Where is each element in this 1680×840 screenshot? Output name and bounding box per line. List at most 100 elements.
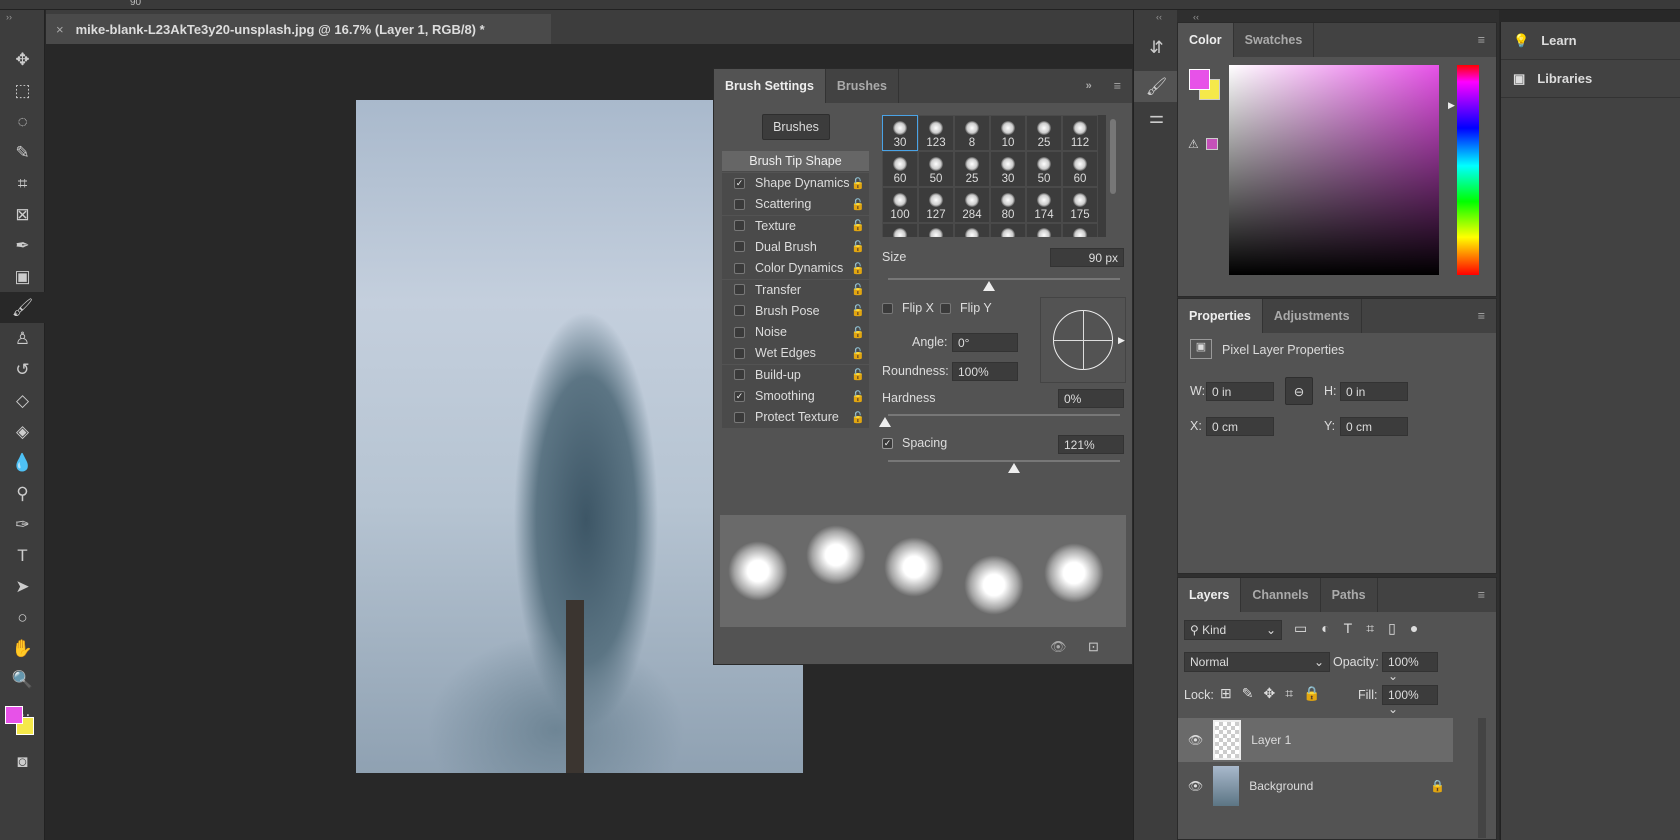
hue-slider[interactable] (1457, 65, 1479, 275)
size-input[interactable]: 90 px (1050, 248, 1124, 267)
new-brush-icon[interactable]: ⊡ (1088, 639, 1099, 655)
foreground-color-swatch[interactable] (1189, 69, 1210, 90)
quick-mask-icon[interactable]: ◙ (0, 746, 45, 777)
brush-settings-icon[interactable]: 🖌 (1134, 71, 1179, 102)
crop-icon[interactable]: ⌗ (0, 168, 45, 199)
toggle-preview-icon[interactable]: 👁 (1050, 639, 1067, 655)
angle-roundness-widget[interactable]: ▶ (1040, 297, 1126, 383)
dodge-icon[interactable]: ⚲ (0, 478, 45, 509)
lock-icon[interactable]: 🔓 (851, 262, 865, 275)
marquee-icon[interactable]: ⬚ (0, 75, 45, 106)
panel-menu-icon[interactable]: ≡ (1103, 69, 1132, 103)
spacing-slider-handle[interactable] (1008, 463, 1020, 473)
size-slider-handle[interactable] (983, 281, 995, 291)
tab-brushes[interactable]: Brushes (826, 69, 899, 103)
option-checkbox[interactable] (734, 347, 745, 359)
brush-preset[interactable]: 123 (918, 115, 954, 151)
hardness-slider-handle[interactable] (879, 417, 891, 427)
spacing-input[interactable]: 121% (1058, 435, 1124, 454)
type-icon[interactable]: T (0, 540, 45, 571)
brush-preset[interactable] (990, 223, 1026, 237)
brush-option[interactable]: Transfer 🔓 (722, 279, 869, 301)
brush-preset[interactable]: 174 (1026, 187, 1062, 223)
brush-preset[interactable]: 60 (1062, 151, 1098, 187)
link-icon[interactable]: ⊖ (1285, 377, 1313, 405)
brush-preset[interactable]: 60 (882, 151, 918, 187)
brush-option[interactable]: ✓ Shape Dynamics 🔓 (722, 173, 869, 194)
lock-icon[interactable]: 🔓 (851, 347, 865, 360)
lock-icon[interactable]: 🔓 (851, 283, 865, 296)
option-checkbox[interactable] (734, 198, 745, 210)
tab-adjustments[interactable]: Adjustments (1263, 299, 1362, 333)
brush-preset[interactable] (954, 223, 990, 237)
layer-row[interactable]: 👁 Layer 1 (1178, 718, 1453, 762)
brush-preset[interactable]: 10 (990, 115, 1026, 151)
document-tab[interactable]: × mike-blank-L23AkTe3y20-unsplash.jpg @ 1… (46, 14, 551, 44)
brush-preset[interactable]: 8 (954, 115, 990, 151)
ellipse-icon[interactable]: ○ (0, 602, 45, 633)
option-checkbox[interactable] (734, 220, 745, 232)
brush-preset[interactable]: 30 (882, 115, 918, 151)
frame-icon[interactable]: ⊠ (0, 199, 45, 230)
panel-menu-icon[interactable]: ≡ (1467, 578, 1496, 612)
brush-preset[interactable]: 50 (918, 151, 954, 187)
y-input[interactable]: 0 cm (1340, 417, 1408, 436)
panel-menu-icon[interactable]: ≡ (1467, 23, 1496, 57)
brush-preset[interactable]: 284 (954, 187, 990, 223)
lock-icon[interactable]: 🔓 (851, 368, 865, 381)
blend-mode-select[interactable]: Normal ⌄ (1184, 652, 1330, 672)
lock-icon[interactable]: 🔓 (851, 177, 865, 190)
tab-properties[interactable]: Properties (1178, 299, 1263, 333)
brush-preset[interactable]: 127 (918, 187, 954, 223)
hardness-input[interactable]: 0% (1058, 389, 1124, 408)
brush-option[interactable]: Color Dynamics 🔓 (722, 258, 869, 280)
gamut-warning-icon[interactable]: ⚠ (1188, 137, 1199, 151)
lock-icon[interactable]: 🔓 (851, 304, 865, 317)
option-checkbox[interactable] (734, 326, 745, 338)
width-input[interactable]: 0 in (1206, 382, 1274, 401)
history-brush-icon[interactable]: ↺ (0, 354, 45, 385)
option-checkbox[interactable] (734, 241, 745, 253)
tab-channels[interactable]: Channels (1241, 578, 1321, 612)
brush-preset[interactable] (918, 223, 954, 237)
hand-icon[interactable]: ✋ (0, 633, 45, 664)
lock-icon[interactable]: 🔓 (851, 219, 865, 232)
opacity-input[interactable]: 100% ⌄ (1382, 652, 1438, 683)
move-icon[interactable]: ✥ (0, 44, 45, 75)
brush-option[interactable]: Scattering 🔓 (722, 194, 869, 216)
lock-icon[interactable]: 🔓 (851, 240, 865, 253)
eye-icon[interactable]: 👁 (1188, 733, 1203, 747)
layer-row[interactable]: 👁 Background 🔒 (1178, 764, 1453, 808)
brush-icon[interactable]: 🖌 (0, 292, 45, 323)
option-checkbox[interactable] (734, 262, 745, 274)
eraser-icon[interactable]: ◇ (0, 385, 45, 416)
brush-preset[interactable]: 175 (1062, 187, 1098, 223)
quick-select-icon[interactable]: ✎ (0, 137, 45, 168)
tab-layers[interactable]: Layers (1178, 578, 1242, 612)
option-checkbox[interactable] (734, 411, 745, 423)
hardness-slider[interactable] (888, 414, 1120, 416)
close-icon[interactable]: × (56, 22, 64, 37)
options-value[interactable]: 90 (130, 0, 141, 8)
panel-menu-icon[interactable]: ≡ (1467, 299, 1496, 333)
tab-paths[interactable]: Paths (1321, 578, 1378, 612)
tab-brush-settings[interactable]: Brush Settings (714, 69, 826, 103)
pen-icon[interactable]: ✑ (0, 509, 45, 540)
brush-preset[interactable]: 50 (1026, 151, 1062, 187)
option-checkbox[interactable] (734, 369, 745, 381)
collapse-icon[interactable]: ›› (0, 10, 44, 44)
brush-preset[interactable]: 112 (1062, 115, 1098, 151)
brush-option[interactable]: Dual Brush 🔓 (722, 236, 869, 258)
brush-option[interactable]: Noise 🔓 (722, 322, 869, 344)
tab-color[interactable]: Color (1178, 23, 1234, 57)
brush-option[interactable]: Texture 🔓 (722, 215, 869, 237)
flip-x-checkbox[interactable] (882, 303, 893, 314)
lock-icon[interactable]: 🔓 (851, 326, 865, 339)
spacing-checkbox[interactable]: ✓ (882, 438, 893, 449)
brush-preset[interactable]: 30 (990, 151, 1026, 187)
brush-option[interactable]: Brush Pose 🔓 (722, 300, 869, 322)
layers-scrollbar[interactable] (1478, 718, 1486, 838)
expand-icon[interactable]: » (1075, 69, 1103, 103)
lock-icons[interactable]: ⊞✎✥⌗🔒 (1220, 685, 1331, 702)
brush-option[interactable]: ✓ Smoothing 🔓 (722, 386, 869, 407)
